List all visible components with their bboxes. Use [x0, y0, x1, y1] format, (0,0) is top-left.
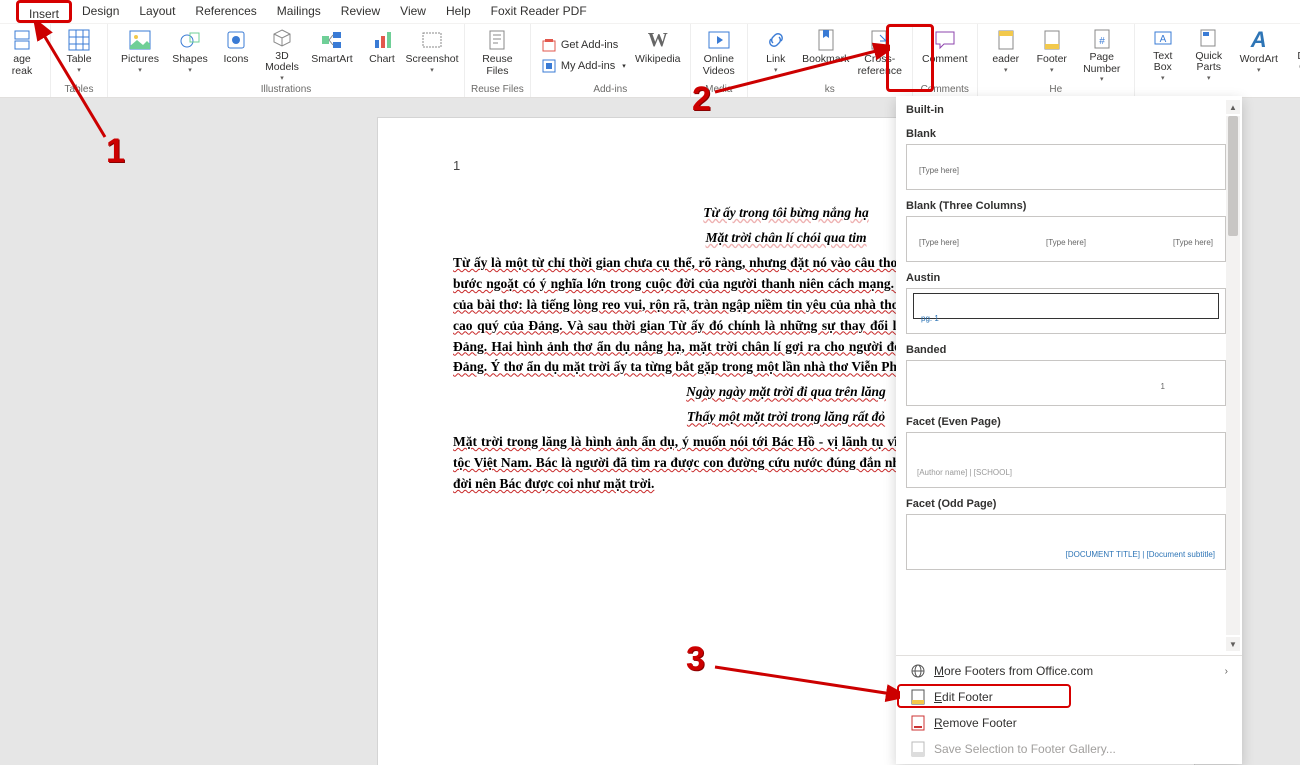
svg-text:A: A — [1159, 34, 1166, 45]
svg-text:#: # — [1099, 36, 1105, 47]
footer-button[interactable]: Footer▾ — [1030, 26, 1074, 84]
gallery-option-banded[interactable]: 1 — [906, 360, 1226, 406]
pictures-button[interactable]: Pictures▾ — [114, 26, 166, 84]
gallery-option-blank-three-columns[interactable]: [Type here] [Type here] [Type here] — [906, 216, 1226, 262]
group-reuse-files: Reuse Files Reuse Files — [465, 24, 531, 97]
chart-button[interactable]: Chart — [360, 26, 404, 84]
save-selection-footer-button: Save Selection to Footer Gallery... — [896, 736, 1242, 762]
drop-cap-button[interactable]: ADrop Cap▾ — [1287, 26, 1300, 84]
annotation-box-edit-footer — [897, 684, 1071, 708]
scroll-down-icon[interactable]: ▼ — [1226, 637, 1240, 651]
gallery-option-austin-label: Austin — [906, 266, 1226, 288]
quickparts-icon — [1197, 28, 1221, 49]
text-box-button[interactable]: AText Box▾ — [1141, 26, 1185, 84]
gallery-scrollbar[interactable]: ▲ ▼ — [1226, 100, 1240, 651]
annotation-arrow-2 — [710, 42, 890, 97]
annotation-box-footer — [886, 24, 934, 92]
header-button[interactable]: eader▾ — [984, 26, 1028, 84]
annotation-arrow-3 — [710, 662, 900, 702]
my-addins-button[interactable]: My Add-ins▾ — [537, 57, 630, 75]
tab-layout[interactable]: Layout — [129, 0, 185, 23]
addins-icon — [541, 58, 557, 74]
remove-footer-icon — [910, 715, 926, 731]
gallery-option-blank[interactable]: [Type here] — [906, 144, 1226, 190]
tab-view[interactable]: View — [390, 0, 436, 23]
gallery-option-facet-even-label: Facet (Even Page) — [906, 410, 1226, 432]
wikipedia-icon: W — [646, 28, 670, 52]
screenshot-icon — [420, 28, 444, 52]
annotation-number-2: 2 — [692, 80, 711, 119]
tab-design[interactable]: Design — [72, 0, 129, 23]
tab-help[interactable]: Help — [436, 0, 481, 23]
gallery-commands: More Footers from Office.com › Edit Foot… — [896, 655, 1242, 764]
group-text: AText Box▾ Quick Parts▾ AWordArt▾ ADrop … — [1135, 24, 1300, 97]
globe-icon — [910, 663, 926, 679]
wikipedia-button[interactable]: WWikipedia — [632, 26, 684, 84]
page-number-icon: # — [1090, 28, 1114, 50]
scroll-thumb[interactable] — [1228, 116, 1238, 236]
annotation-arrow-1 — [30, 22, 112, 142]
gallery-option-facet-odd-label: Facet (Odd Page) — [906, 492, 1226, 514]
gallery-option-blank-label: Blank — [906, 122, 1226, 144]
group-illustrations: Pictures▾ Shapes▾ Icons 3D Models▾ Smart… — [108, 24, 465, 97]
tab-insert[interactable]: Insert — [16, 0, 72, 23]
store-icon — [541, 37, 557, 53]
tab-mailings[interactable]: Mailings — [267, 0, 331, 23]
gallery-category-builtin: Built-in — [906, 100, 1226, 122]
smartart-icon — [320, 28, 344, 52]
gallery-option-facet-even[interactable]: [Author name] | [SCHOOL] — [906, 432, 1226, 488]
tab-references[interactable]: References — [185, 0, 266, 23]
save-gallery-icon — [910, 741, 926, 757]
3d-models-button[interactable]: 3D Models▾ — [260, 26, 304, 84]
footer-gallery-dropdown: Built-in Blank [Type here] Blank (Three … — [896, 96, 1242, 764]
chart-icon — [370, 28, 394, 52]
icons-button[interactable]: Icons — [214, 26, 258, 84]
tab-review[interactable]: Review — [331, 0, 390, 23]
ribbon-tabs: Insert Design Layout References Mailings… — [0, 0, 1300, 24]
gallery-option-facet-odd[interactable]: [DOCUMENT TITLE] | [Document subtitle] — [906, 514, 1226, 570]
ribbon-insert: age reak Table ▾ Tables Pictures▾ Shapes… — [0, 24, 1300, 98]
smartart-button[interactable]: SmartArt — [306, 26, 358, 84]
footer-icon — [1040, 28, 1064, 52]
annotation-number-1: 1 — [106, 132, 125, 171]
quick-parts-button[interactable]: Quick Parts▾ — [1187, 26, 1231, 84]
gallery-option-banded-label: Banded — [906, 338, 1226, 360]
scroll-up-icon[interactable]: ▲ — [1226, 100, 1240, 114]
pictures-icon — [128, 28, 152, 52]
more-footers-button[interactable]: More Footers from Office.com › — [896, 658, 1242, 684]
comment-icon — [933, 28, 957, 52]
gallery-option-blank3-label: Blank (Three Columns) — [906, 194, 1226, 216]
textbox-icon: A — [1151, 28, 1175, 49]
header-icon — [994, 28, 1018, 52]
gallery-option-austin[interactable]: pg. 1 — [906, 288, 1226, 334]
screenshot-button[interactable]: Screenshot▾ — [406, 26, 458, 84]
reuse-files-button[interactable]: Reuse Files — [475, 26, 519, 84]
cube-icon — [270, 28, 294, 49]
wordart-button[interactable]: AWordArt▾ — [1233, 26, 1285, 84]
get-addins-button[interactable]: Get Add-ins — [537, 36, 630, 54]
tab-foxit[interactable]: Foxit Reader PDF — [481, 0, 597, 23]
icons-icon — [224, 28, 248, 52]
reuse-icon — [485, 28, 509, 52]
annotation-number-3: 3 — [686, 640, 705, 679]
wordart-icon: A — [1247, 28, 1271, 52]
group-addins: Get Add-ins My Add-ins▾ WWikipedia Add-i… — [531, 24, 691, 97]
remove-footer-button[interactable]: Remove Footer — [896, 710, 1242, 736]
page-number-button[interactable]: #Page Number▾ — [1076, 26, 1128, 84]
chevron-right-icon: › — [1225, 666, 1228, 677]
shapes-icon — [178, 28, 202, 52]
shapes-button[interactable]: Shapes▾ — [168, 26, 212, 84]
group-header-footer: eader▾ Footer▾ #Page Number▾ He — [978, 24, 1135, 97]
